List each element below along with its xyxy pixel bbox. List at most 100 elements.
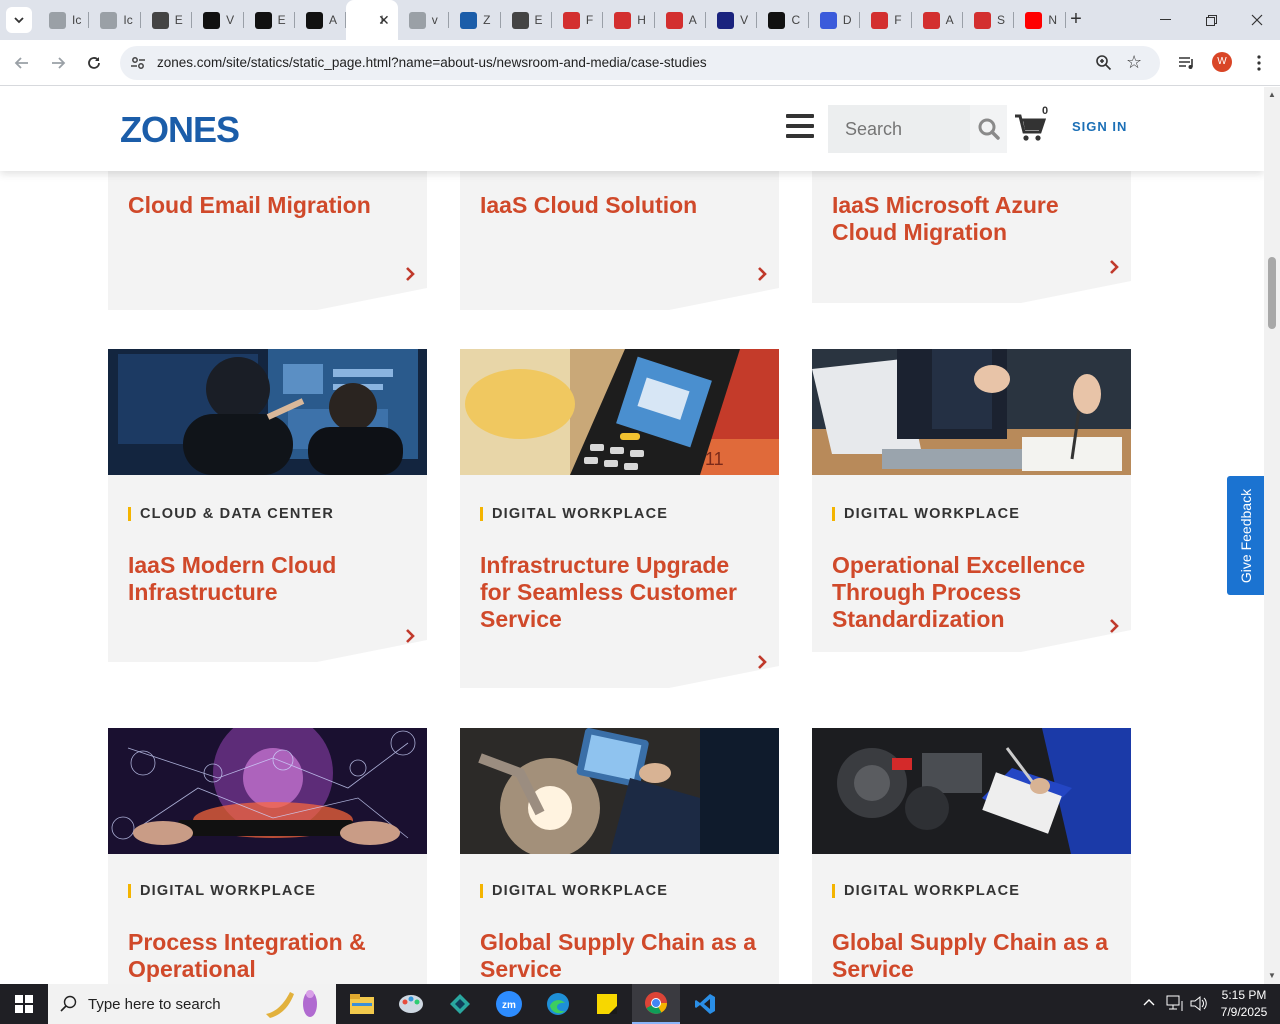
forward-button[interactable] (47, 52, 69, 74)
chevron-up-icon[interactable] (1143, 998, 1155, 1006)
minimize-button[interactable] (1142, 0, 1188, 40)
clock-date: 7/9/2025 (1220, 1005, 1268, 1019)
card-image[interactable] (812, 728, 1131, 854)
browser-tab[interactable]: Ic (38, 0, 90, 40)
tab-favicon-icon (819, 11, 837, 29)
card-category: DIGITAL WORKPLACE (832, 884, 1020, 898)
close-window-button[interactable] (1234, 0, 1280, 40)
case-study-card[interactable]: DIGITAL WORKPLACE Process Integration & … (108, 728, 427, 984)
browser-tab[interactable]: F (552, 0, 604, 40)
scroll-thumb[interactable] (1268, 257, 1276, 329)
zoom-app[interactable]: zm (485, 984, 533, 1024)
browser-menu-button[interactable] (1248, 52, 1270, 74)
chevron-right-icon[interactable] (405, 266, 415, 282)
zones-logo[interactable]: ZONES (120, 109, 240, 151)
scroll-down-arrow-icon[interactable]: ▼ (1267, 971, 1277, 981)
browser-tab[interactable]: E (501, 0, 552, 40)
card-title[interactable]: Global Supply Chain as a Service (832, 929, 1117, 983)
case-study-card[interactable]: DIGITAL WORKPLACE Global Supply Chain as… (460, 728, 779, 984)
case-study-card[interactable]: DIGITAL WORKPLACE Global Supply Chain as… (812, 728, 1131, 984)
cart-icon[interactable] (1014, 113, 1046, 143)
profile-avatar[interactable]: W (1212, 52, 1232, 72)
vscode-app[interactable] (681, 984, 729, 1024)
page-scrollbar[interactable]: ▲ ▼ (1264, 87, 1280, 984)
card-title[interactable]: Cloud Email Migration (128, 192, 413, 219)
tab-list: Ic Ic E V E A I ✕ v Z E F H A V C D F A S N (38, 0, 1066, 40)
tab-search-button[interactable] (6, 7, 32, 33)
tab-title: C (791, 13, 801, 27)
browser-tab[interactable]: F (860, 0, 912, 40)
browser-tab[interactable]: I ✕ (346, 0, 398, 40)
media-control-button[interactable] (1176, 52, 1198, 74)
browser-tab[interactable]: V (706, 0, 758, 40)
close-tab-icon[interactable]: ✕ (378, 12, 390, 29)
new-tab-button[interactable]: + (1066, 9, 1086, 30)
card-image[interactable] (108, 349, 427, 475)
taskbar-search[interactable]: Type here to search (48, 984, 336, 1024)
card-title[interactable]: IaaS Cloud Solution (480, 192, 765, 219)
sign-in-link[interactable]: SIGN IN (1072, 119, 1127, 134)
paint-app[interactable] (387, 984, 435, 1024)
restore-button[interactable] (1188, 0, 1234, 40)
browser-tab[interactable]: S (963, 0, 1015, 40)
browser-tab[interactable]: E (244, 0, 295, 40)
card-title[interactable]: IaaS Microsoft Azure Cloud Migration (832, 192, 1117, 246)
back-button[interactable] (11, 52, 33, 74)
browser-tab[interactable]: A (655, 0, 707, 40)
case-study-card[interactable]: CLOUD & DATA CENTER IaaS Modern Cloud In… (108, 349, 427, 662)
start-button[interactable] (0, 984, 48, 1024)
folder-icon (350, 994, 374, 1014)
zoom-icon: zm (496, 991, 522, 1017)
system-clock[interactable]: 5:15 PM 7/9/2025 (1216, 987, 1272, 1021)
browser-tab[interactable]: C (757, 0, 809, 40)
scroll-up-arrow-icon[interactable]: ▲ (1267, 90, 1277, 100)
tab-title: V (740, 13, 749, 27)
url-text[interactable]: zones.com/site/statics/static_page.html?… (157, 55, 707, 70)
site-search-input[interactable] (828, 105, 968, 153)
edge-app[interactable] (534, 984, 582, 1024)
browser-tab[interactable]: D (809, 0, 861, 40)
reload-button[interactable] (83, 52, 105, 74)
chrome-app[interactable] (632, 984, 680, 1024)
file-explorer-app[interactable] (338, 984, 386, 1024)
volume-icon[interactable] (1190, 995, 1208, 1012)
card-title[interactable]: Process Integration & Operational (128, 929, 413, 983)
tab-favicon-icon (203, 11, 221, 29)
sticky-notes-app[interactable] (583, 984, 631, 1024)
bookmark-star-icon[interactable]: ☆ (1126, 52, 1142, 73)
browser-tab[interactable]: V (192, 0, 244, 40)
chevron-right-icon[interactable] (1109, 259, 1119, 275)
palette-icon (399, 995, 423, 1013)
card-image[interactable] (812, 349, 1131, 475)
tab-title: Ic (72, 13, 82, 27)
edge-icon (547, 993, 569, 1015)
browser-tab[interactable]: Ic (89, 0, 141, 40)
zoom-icon[interactable] (1095, 54, 1112, 71)
case-study-card[interactable]: DIGITAL WORKPLACE Operational Excellence… (812, 349, 1131, 652)
web-page: ZONES 0 SIGN IN Cloud Email Migration Ia… (0, 87, 1264, 984)
case-study-card[interactable]: 11 DIGITAL WORKPLACE Infrastructure Upgr… (460, 349, 779, 688)
browser-tab[interactable]: A (295, 0, 347, 40)
app-diamond[interactable] (436, 984, 484, 1024)
card-image[interactable] (108, 728, 427, 854)
tab-title: v (431, 13, 438, 27)
card-title[interactable]: Infrastructure Upgrade for Seamless Cust… (480, 552, 765, 633)
browser-tab[interactable]: E (141, 0, 193, 40)
search-button[interactable] (970, 105, 1007, 153)
cart-count: 0 (1042, 105, 1049, 117)
card-title[interactable]: Operational Excellence Through Process S… (832, 552, 1117, 633)
browser-tab[interactable]: A (912, 0, 964, 40)
hamburger-menu-icon[interactable] (786, 114, 814, 142)
network-icon[interactable] (1166, 995, 1184, 1012)
browser-tab[interactable]: v (398, 0, 450, 40)
give-feedback-button[interactable]: Give Feedback (1227, 476, 1264, 595)
card-image[interactable] (460, 728, 779, 854)
card-title[interactable]: IaaS Modern Cloud Infrastructure (128, 552, 413, 606)
browser-tab[interactable]: N (1014, 0, 1066, 40)
address-bar[interactable]: zones.com/site/statics/static_page.html?… (120, 46, 1160, 80)
card-title[interactable]: Global Supply Chain as a Service (480, 929, 765, 983)
chevron-right-icon[interactable] (757, 266, 767, 282)
browser-tab[interactable]: Z (449, 0, 501, 40)
browser-tab[interactable]: H (603, 0, 655, 40)
card-image[interactable]: 11 (460, 349, 779, 475)
